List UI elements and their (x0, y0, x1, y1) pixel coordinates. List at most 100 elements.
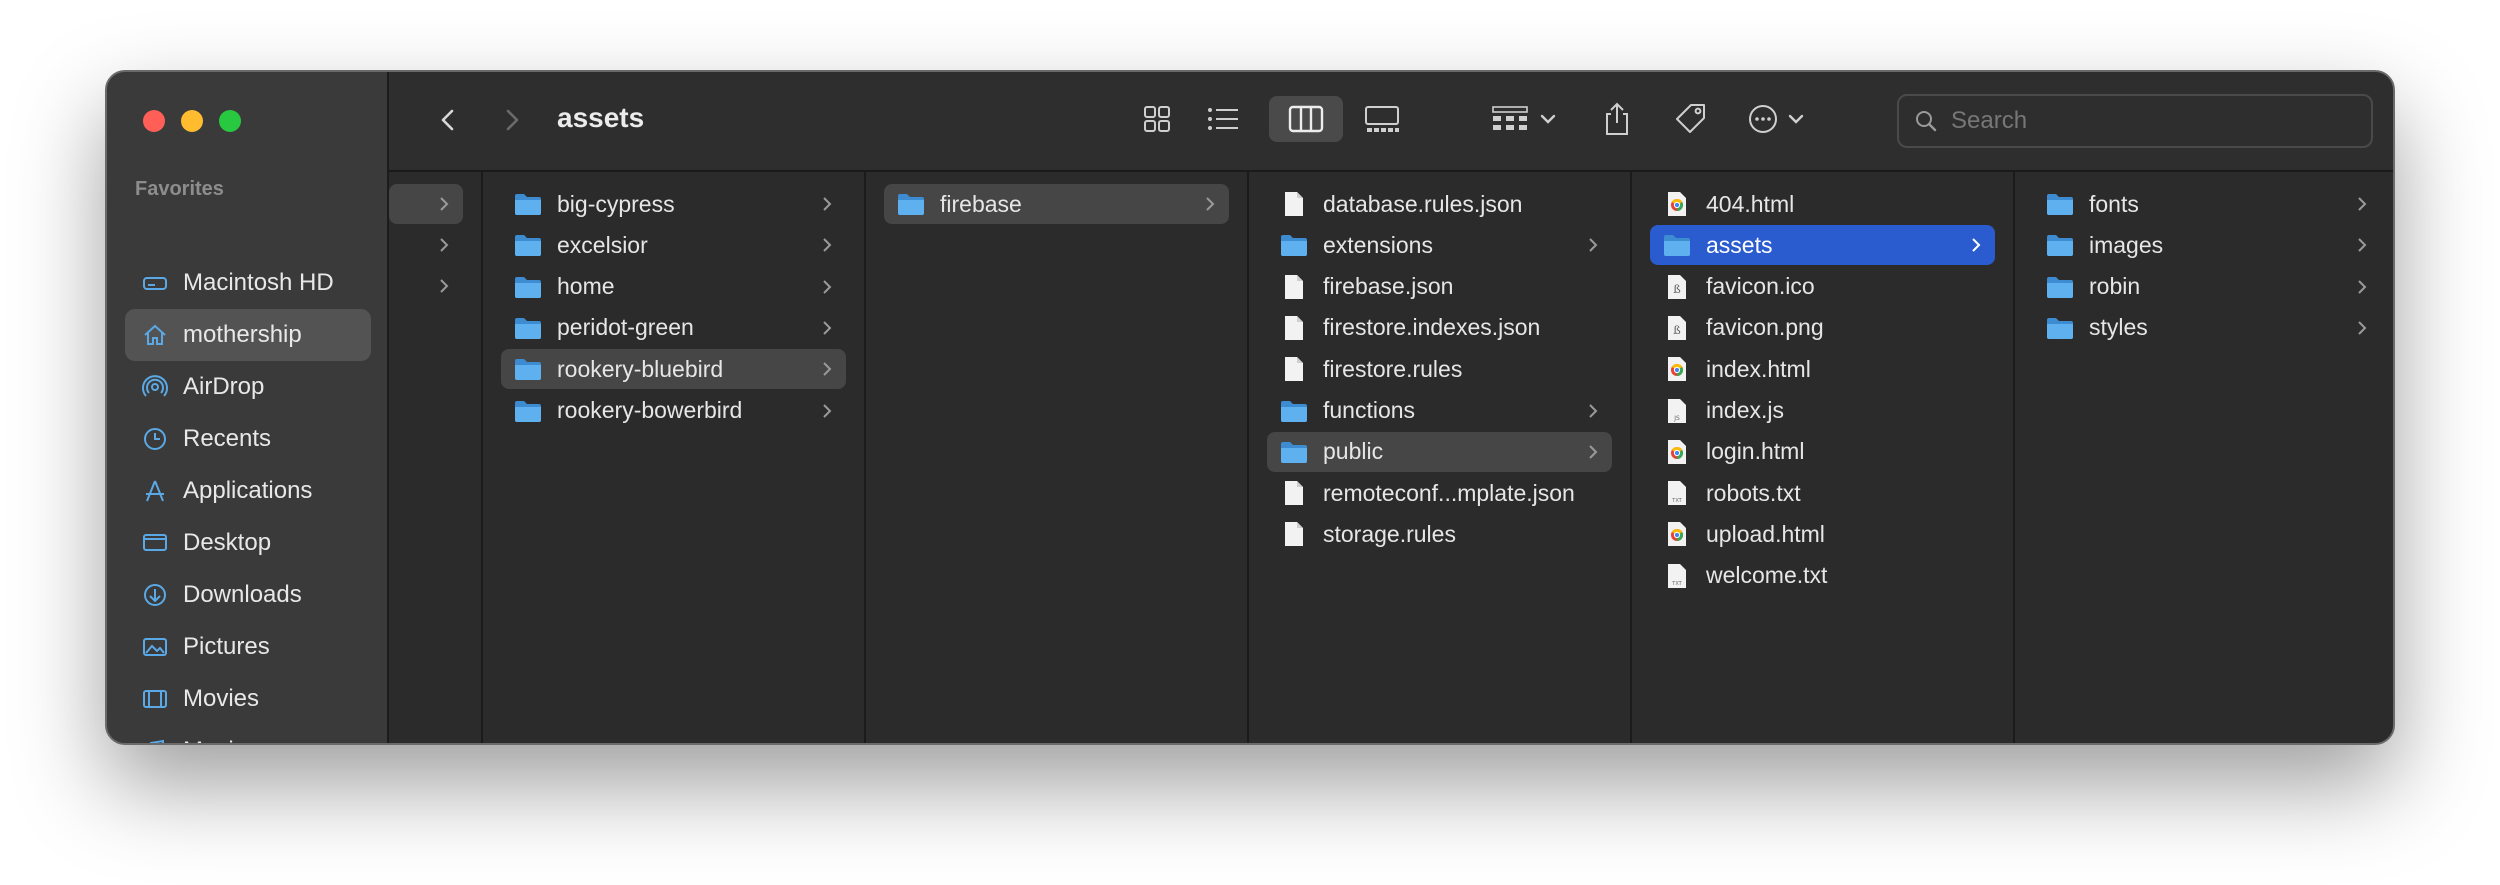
sidebar-item-music[interactable]: Music (125, 725, 371, 743)
home-icon (141, 321, 169, 349)
chevron-right-icon (823, 279, 832, 294)
gallery-view-button[interactable] (1355, 96, 1409, 142)
file-item[interactable]: storage.rules (1267, 514, 1612, 554)
text-file-icon: TXT (1662, 562, 1692, 590)
sidebar-item-applications[interactable]: Applications (125, 465, 371, 517)
item-name: functions (1323, 397, 1416, 423)
sidebar-item-movies[interactable]: Movies (125, 673, 371, 725)
item-name: login.html (1706, 438, 1805, 465)
folder-icon (1279, 397, 1309, 425)
list-item[interactable] (389, 266, 463, 306)
group-by-button[interactable] (1489, 96, 1565, 142)
column-3[interactable]: firebase (866, 172, 1249, 743)
file-item[interactable]: TXT welcome.txt (1650, 556, 1995, 596)
hard-drive-icon (141, 269, 169, 297)
folder-item[interactable]: images (2033, 225, 2381, 265)
sidebar-item-airdrop[interactable]: AirDrop (125, 361, 371, 413)
share-button[interactable] (1595, 96, 1639, 142)
minimize-window-button[interactable] (181, 110, 203, 132)
html-file-icon (1662, 438, 1692, 466)
item-name: favicon.ico (1706, 273, 1815, 300)
folder-item[interactable]: peridot-green (501, 308, 846, 348)
folder-item[interactable]: assets (1650, 225, 1995, 266)
folder-item[interactable]: big-cypress (501, 184, 846, 224)
folder-item[interactable]: fonts (2033, 184, 2381, 224)
item-name: welcome.txt (1706, 562, 1828, 589)
folder-icon (1279, 438, 1309, 466)
column-1[interactable] (389, 172, 483, 743)
folder-icon (513, 397, 543, 425)
back-button[interactable] (431, 102, 467, 138)
tags-button[interactable] (1669, 96, 1713, 142)
file-item[interactable]: firebase.json (1267, 267, 1612, 307)
folder-icon (2045, 231, 2075, 259)
item-name: home (557, 273, 615, 300)
chevron-left-icon (441, 109, 454, 131)
forward-button[interactable] (493, 102, 529, 138)
folder-item[interactable]: styles (2033, 308, 2381, 348)
folder-item[interactable]: functions (1267, 391, 1612, 431)
folder-item[interactable]: excelsior (501, 225, 846, 265)
ellipsis-circle-icon (1749, 105, 1804, 133)
file-item[interactable]: ß favicon.ico (1650, 267, 1995, 307)
list-item[interactable] (389, 225, 463, 265)
close-window-button[interactable] (143, 110, 165, 132)
folder-item[interactable]: extensions (1267, 225, 1612, 265)
list-item[interactable] (389, 184, 463, 224)
file-item[interactable]: ß favicon.png (1650, 308, 1995, 348)
list-view-button[interactable] (1201, 96, 1245, 142)
folder-icon (513, 231, 543, 259)
gallery-icon (1365, 106, 1399, 132)
folder-item[interactable]: home (501, 267, 846, 307)
window-controls (143, 110, 241, 132)
folder-item[interactable]: public (1267, 431, 1612, 472)
applications-icon (141, 477, 169, 505)
item-name: rookery-bowerbird (557, 397, 743, 423)
item-name: public (1323, 438, 1384, 465)
file-item[interactable]: upload.html (1650, 514, 1995, 554)
document-icon (1279, 479, 1309, 507)
item-name: firebase.json (1323, 273, 1454, 300)
chevron-right-icon (2358, 321, 2367, 335)
file-item[interactable]: index.html (1650, 349, 1995, 389)
column-2[interactable]: big-cypress excelsior home peridot-green roo… (483, 172, 866, 743)
search-field[interactable] (1897, 94, 2373, 148)
column-5[interactable]: 404.html assets ß favicon.ico ß favicon.png in… (1632, 172, 2015, 743)
folder-item[interactable]: rookery-bowerbird (501, 391, 846, 431)
file-item[interactable]: login.html (1650, 432, 1995, 472)
file-item[interactable]: database.rules.json (1267, 184, 1612, 224)
item-name: extensions (1323, 231, 1433, 258)
sidebar-item-macintosh-hd[interactable]: Macintosh HD (125, 257, 371, 309)
sidebar-item-downloads[interactable]: Downloads (125, 569, 371, 621)
item-name: index.js (1706, 397, 1784, 423)
folder-item[interactable]: rookery-bluebird (501, 349, 846, 390)
file-item[interactable]: remoteconf...mplate.json (1267, 473, 1612, 513)
folder-item[interactable]: robin (2033, 267, 2381, 307)
folder-icon (513, 314, 543, 342)
zoom-window-button[interactable] (219, 110, 241, 132)
image-file-icon: ß (1662, 314, 1692, 342)
file-item[interactable]: 404.html (1650, 184, 1995, 224)
column-view-button[interactable] (1269, 96, 1343, 142)
more-actions-button[interactable] (1745, 96, 1819, 142)
chevron-right-icon (2358, 279, 2367, 294)
sidebar-item-pictures[interactable]: Pictures (125, 621, 371, 673)
file-item[interactable]: TXT robots.txt (1650, 473, 1995, 513)
item-name: excelsior (557, 231, 648, 258)
icon-view-button[interactable] (1135, 96, 1179, 142)
folder-item[interactable]: firebase (884, 184, 1229, 224)
chevron-right-icon (440, 238, 449, 252)
sidebar-item-mothership[interactable]: mothership (125, 309, 371, 361)
column-4[interactable]: database.rules.json extensions firebase.js… (1249, 172, 1632, 743)
file-item[interactable]: firestore.rules (1267, 349, 1612, 389)
html-file-icon (1662, 355, 1692, 383)
file-item[interactable]: firestore.indexes.json (1267, 308, 1612, 348)
sidebar-item-desktop[interactable]: Desktop (125, 517, 371, 569)
column-6[interactable]: fonts images robin styles (2015, 172, 2393, 743)
sidebar-item-recents[interactable]: Recents (125, 413, 371, 465)
folder-icon (1662, 231, 1692, 259)
sidebar-item-label: Downloads (183, 581, 302, 608)
search-input[interactable] (1949, 106, 2353, 136)
grid-icon (1144, 106, 1170, 132)
file-item[interactable]: JS index.js (1650, 391, 1995, 431)
